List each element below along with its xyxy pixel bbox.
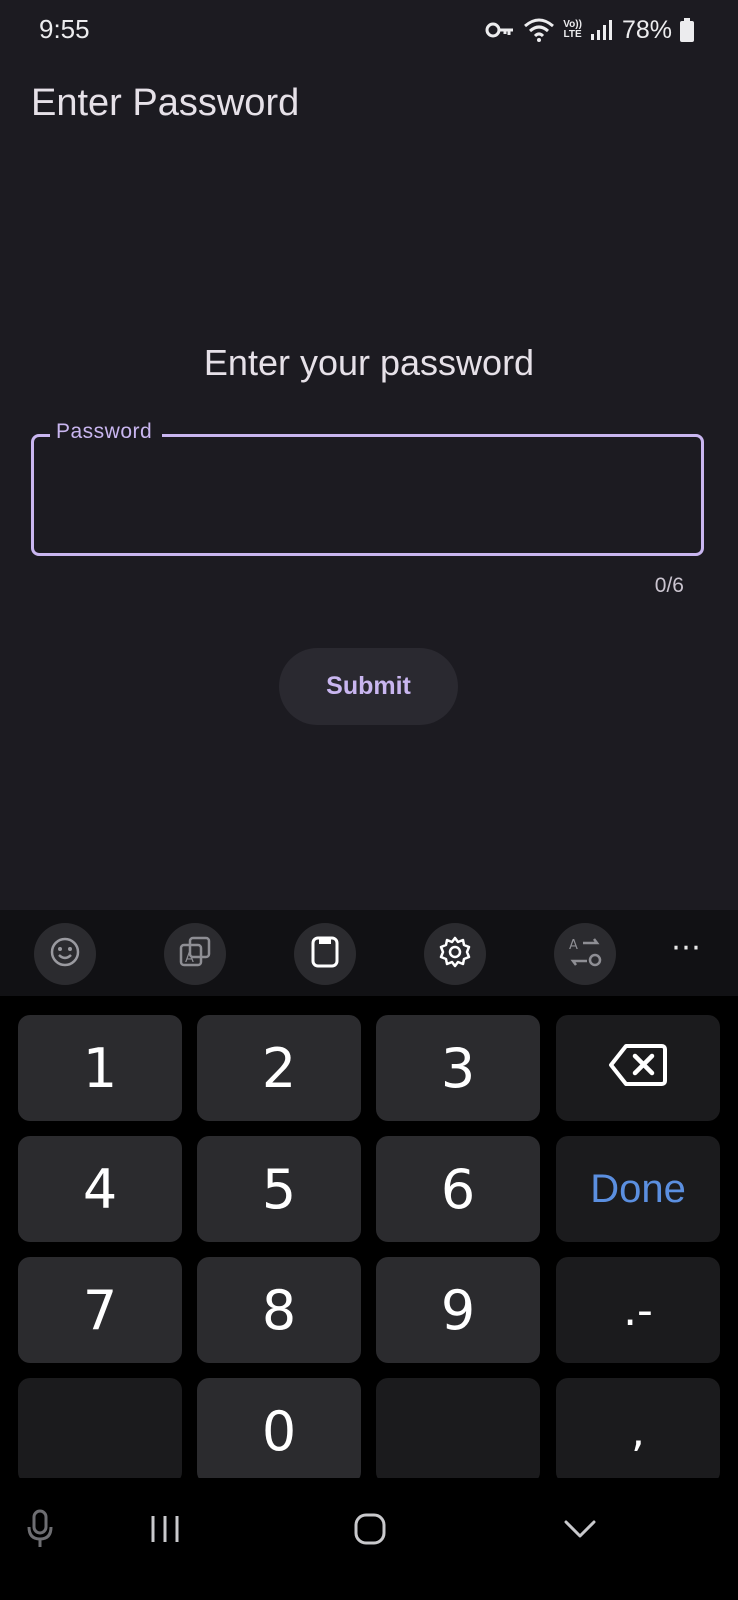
recents-icon (149, 1514, 181, 1549)
text-translate-icon: A (178, 935, 212, 974)
password-input[interactable] (52, 463, 683, 529)
emoji-button[interactable] (34, 923, 96, 985)
status-time: 9:55 (39, 14, 90, 44)
vpn-key-icon (485, 20, 515, 40)
key-0[interactable]: 0 (197, 1378, 361, 1484)
done-key[interactable]: Done (556, 1136, 720, 1242)
backspace-key[interactable] (556, 1015, 720, 1121)
voice-input-button[interactable] (20, 1508, 60, 1554)
mode-switch-button[interactable]: A (554, 923, 616, 985)
clipboard-icon (310, 935, 340, 974)
numeric-keyboard: 1 2 3 4 5 6 Done 7 8 9 .- 0 , (0, 996, 738, 1484)
hide-keyboard-button[interactable] (555, 1508, 605, 1554)
keyboard-toolbar: A A ⋯ (0, 910, 738, 996)
translate-button[interactable]: A (164, 923, 226, 985)
navigation-bar (0, 1478, 738, 1600)
key-3[interactable]: 3 (376, 1015, 540, 1121)
svg-text:A: A (185, 951, 194, 966)
character-counter: 0/6 (654, 574, 684, 597)
password-field-label: Password (50, 420, 163, 444)
key-9[interactable]: 9 (376, 1257, 540, 1363)
key-4[interactable]: 4 (18, 1136, 182, 1242)
hide-keyboard-icon (563, 1518, 597, 1545)
submit-button[interactable]: Submit (279, 648, 458, 725)
svg-text:A: A (569, 938, 578, 953)
password-prompt: Enter your password (203, 342, 535, 383)
dot-dash-key[interactable]: .- (556, 1257, 720, 1363)
key-7[interactable]: 7 (18, 1257, 182, 1363)
key-2[interactable]: 2 (197, 1015, 361, 1121)
key-6[interactable]: 6 (376, 1136, 540, 1242)
volte-indicator: Vo)) LTE (563, 19, 582, 40)
settings-button[interactable] (424, 923, 486, 985)
page-title: Enter Password (31, 82, 300, 124)
blank-key-left (18, 1378, 182, 1484)
recents-button[interactable] (140, 1508, 190, 1554)
emoji-icon (49, 936, 81, 973)
mode-switch-icon: A (567, 935, 603, 974)
battery-percent: 78% (621, 15, 672, 44)
battery-icon (680, 18, 694, 42)
settings-icon (438, 935, 472, 974)
comma-key[interactable]: , (556, 1378, 720, 1484)
backspace-icon (608, 1037, 668, 1100)
signal-icon (590, 19, 612, 41)
more-options-button[interactable]: ⋯ (671, 933, 702, 963)
password-field[interactable]: Password (31, 420, 704, 556)
wifi-icon (523, 17, 555, 43)
key-5[interactable]: 5 (197, 1136, 361, 1242)
mic-icon (26, 1509, 54, 1554)
key-1[interactable]: 1 (18, 1015, 182, 1121)
home-button[interactable] (345, 1508, 395, 1554)
blank-key-right (376, 1378, 540, 1484)
clipboard-button[interactable] (294, 923, 356, 985)
key-8[interactable]: 8 (197, 1257, 361, 1363)
status-icons: Vo)) LTE 78% (485, 12, 694, 48)
home-icon (354, 1513, 386, 1550)
